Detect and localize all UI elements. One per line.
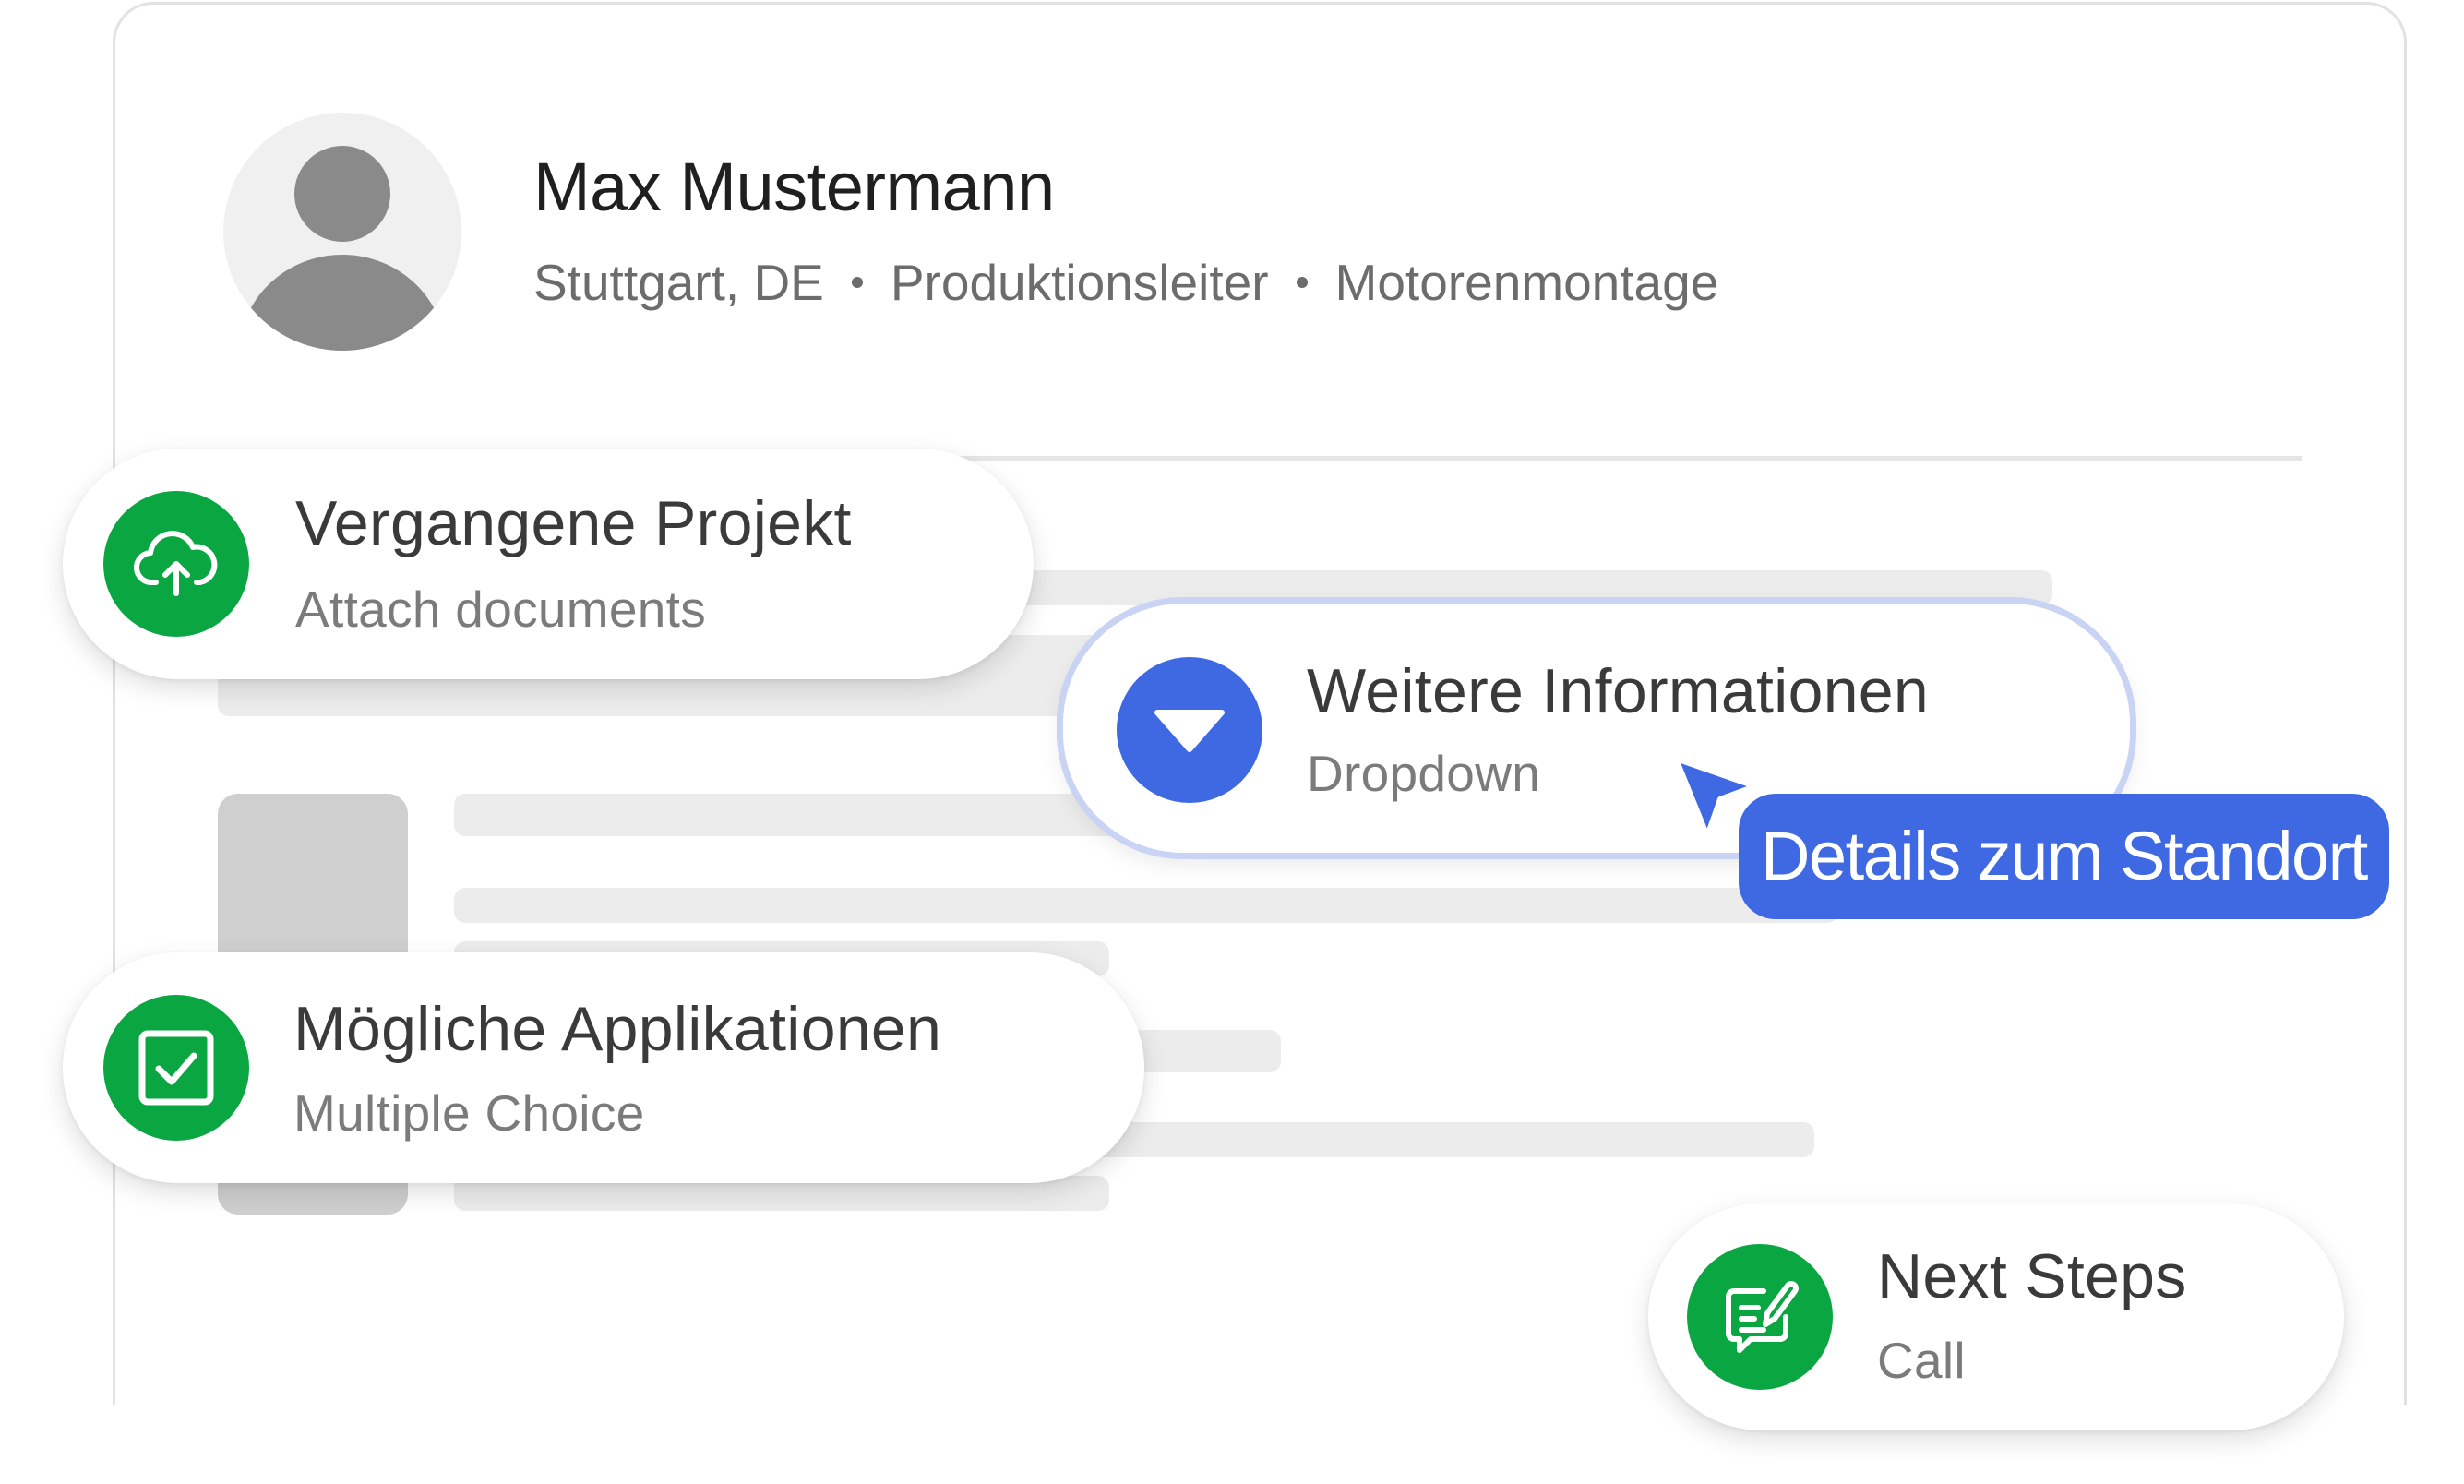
profile-meta: Stuttgart, DE Produktionsleiter Motorenm… [533, 253, 1718, 312]
profile-name: Max Mustermann [533, 149, 1055, 225]
profile-location: Stuttgart, DE [533, 254, 824, 311]
separator-dot [1296, 277, 1308, 288]
card-title: Next Steps [1877, 1241, 2187, 1311]
card-subtitle: Attach documents [295, 580, 707, 638]
card-subtitle: Dropdown [1307, 745, 1541, 802]
card-title: Mögliche Applikationen [293, 994, 942, 1064]
past-projects-card[interactable]: Vergangene Projekt Attach documents [63, 449, 1034, 679]
profile-role: Produktionsleiter [890, 254, 1269, 311]
cloud-upload-icon [134, 531, 218, 596]
dropdown-icon-badge [1117, 657, 1262, 803]
separator-dot [851, 277, 863, 288]
edit-message-icon [1726, 1281, 1799, 1353]
cloud-upload-icon-badge [103, 491, 249, 637]
checkbox-icon [138, 1030, 214, 1106]
card-title: Weitere Informationen [1307, 656, 1930, 726]
card-subtitle: Multiple Choice [293, 1084, 645, 1142]
skeleton-line [454, 888, 1838, 923]
user-avatar-icon [239, 146, 446, 351]
next-steps-card[interactable]: Next Steps Call [1648, 1203, 2344, 1430]
card-title: Vergangene Projekt [295, 488, 852, 558]
avatar [223, 113, 461, 351]
applications-card[interactable]: Mögliche Applikationen Multiple Choice [63, 952, 1144, 1183]
checkbox-icon-badge [103, 995, 249, 1141]
stage: Max Mustermann Stuttgart, DE Produktions… [0, 0, 2464, 1484]
tooltip-label: Details zum Standort [1739, 794, 2389, 919]
profile-department: Motorenmontage [1334, 254, 1719, 311]
card-subtitle: Call [1877, 1332, 1966, 1389]
edit-message-icon-badge [1687, 1244, 1833, 1390]
dropdown-triangle-icon [1154, 710, 1225, 752]
